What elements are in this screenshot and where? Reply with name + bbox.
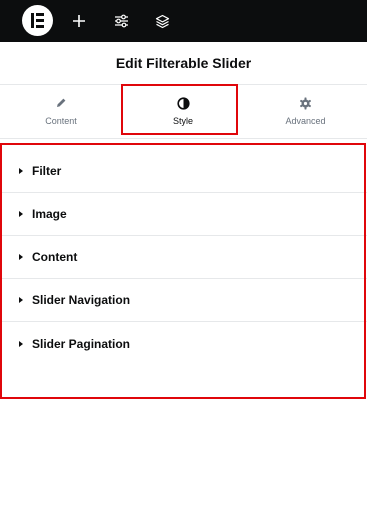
section-label: Slider Pagination [32, 336, 131, 351]
tab-advanced-label: Advanced [285, 116, 326, 126]
panel-tabs: Content Style Advanced [0, 85, 367, 139]
tab-content[interactable]: Content [0, 85, 122, 139]
caret-right-icon [19, 211, 23, 217]
tab-style-label: Style [172, 116, 193, 126]
gear-icon [299, 96, 312, 110]
section-content[interactable]: Content [0, 236, 367, 279]
layers-icon[interactable] [150, 9, 174, 33]
section-label: Filter [32, 164, 62, 178]
section-label: Image [32, 207, 67, 221]
section-label: Slider Navigation [32, 293, 131, 307]
section-slider-navigation[interactable]: Slider Navigation [0, 279, 367, 322]
panel-title: Edit Filterable Slider [0, 42, 367, 85]
caret-right-icon [19, 254, 23, 260]
top-toolbar [0, 0, 367, 42]
tab-content-label: Content [45, 116, 77, 126]
caret-right-icon [19, 297, 23, 303]
section-slider-pagination[interactable]: Slider Pagination [0, 322, 367, 365]
section-image[interactable]: Image [0, 193, 367, 236]
half-circle-icon [176, 96, 190, 110]
plus-icon[interactable] [67, 9, 91, 33]
elementor-logo-icon[interactable] [22, 5, 53, 36]
section-filter[interactable]: Filter [0, 150, 367, 193]
pencil-icon [55, 96, 67, 110]
section-label: Content [32, 250, 78, 264]
caret-right-icon [19, 168, 23, 174]
caret-right-icon [19, 340, 23, 347]
tab-style[interactable]: Style [122, 85, 244, 139]
style-sections-list: Filter Image Content Slider Navigation S… [0, 150, 367, 365]
sliders-icon[interactable] [109, 9, 133, 33]
tab-advanced[interactable]: Advanced [244, 85, 367, 139]
